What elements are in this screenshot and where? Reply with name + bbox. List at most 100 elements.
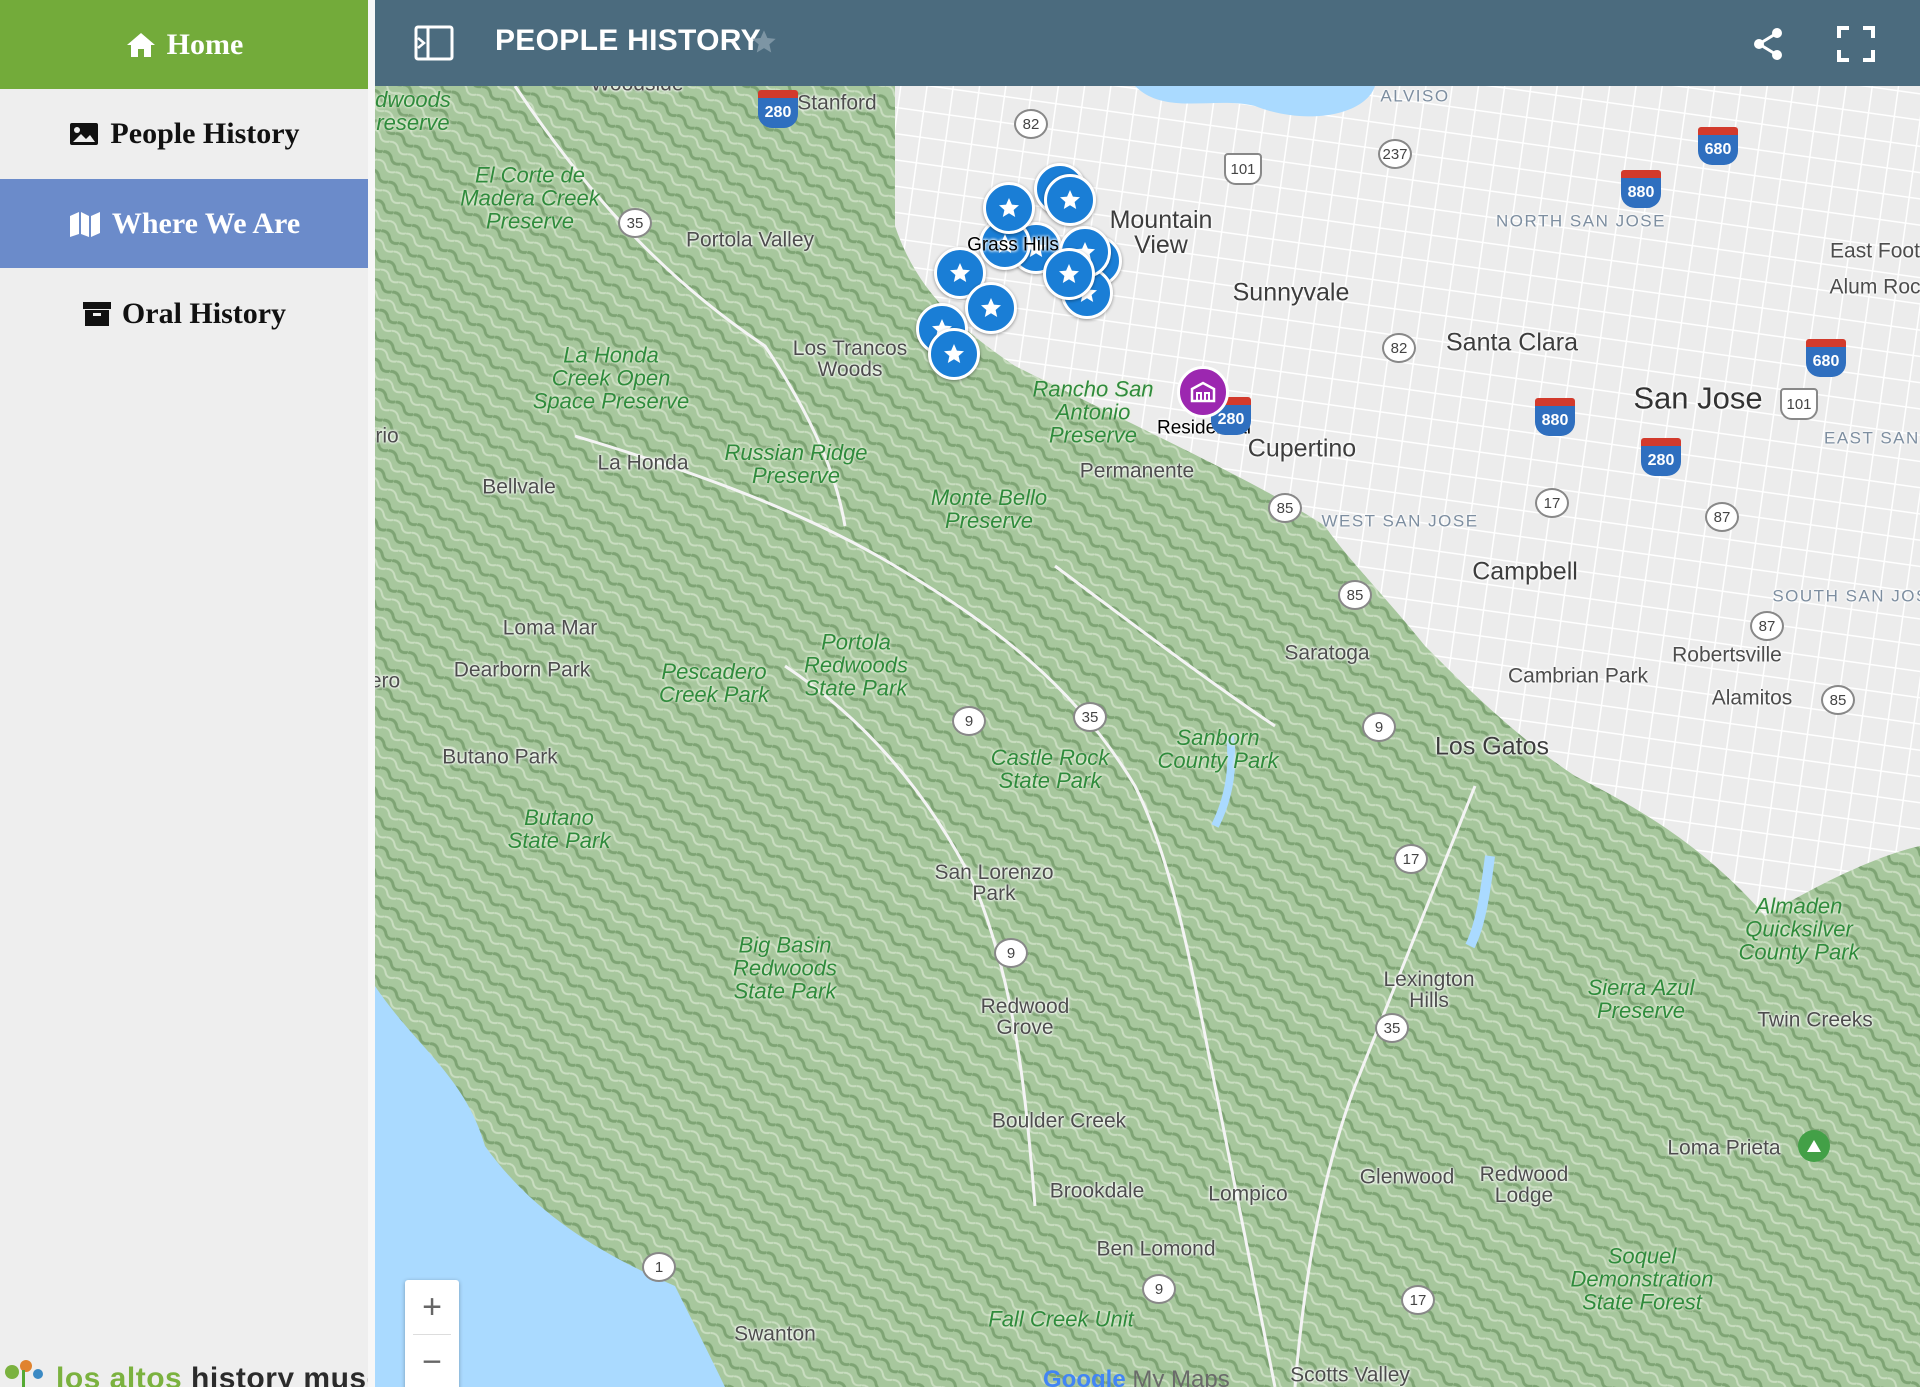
highway-shield: 82 — [1382, 333, 1416, 363]
highway-shield: 9 — [994, 938, 1028, 968]
place-label: Soquel Demonstration State Forest — [1570, 1243, 1714, 1315]
place-label: Swanton — [734, 1322, 816, 1346]
place-label: SOUTH SAN JOSE — [1772, 586, 1920, 606]
map-marker-star[interactable] — [1043, 248, 1095, 300]
map-canvas[interactable]: Woodside Stanford ALVISO dwoods reserve … — [375, 86, 1920, 1387]
highway-shield: 9 — [1142, 1274, 1176, 1304]
sidebar-item-home[interactable]: Home — [0, 0, 368, 89]
sidebar-item-label: Oral History — [121, 296, 287, 330]
place-label: rio — [375, 424, 399, 448]
place-label: Redwood Grove — [980, 995, 1070, 1039]
highway-shield: 880 — [1535, 398, 1575, 436]
zoom-control: + − — [405, 1280, 459, 1387]
share-icon[interactable] — [1750, 26, 1786, 67]
place-label: Redwood Lodge — [1479, 1163, 1569, 1207]
place-label: Butano Park — [442, 745, 558, 769]
place-label: EAST SAN J — [1824, 428, 1920, 448]
highway-shield: 9 — [952, 706, 986, 736]
highway-shield: 680 — [1806, 339, 1846, 377]
place-label: Sunnyvale — [1232, 278, 1350, 307]
highway-shield: 35 — [1073, 702, 1107, 732]
map-title: PEOPLE HISTORY — [495, 24, 761, 57]
image-icon — [70, 122, 99, 145]
place-label: Portola Redwoods State Park — [804, 629, 908, 701]
place-label: Ben Lomond — [1096, 1237, 1216, 1261]
map-marker-star[interactable] — [965, 282, 1017, 334]
sidebar-toggle-icon[interactable] — [413, 24, 455, 67]
map-marker-star[interactable] — [928, 328, 980, 380]
map-marker-star[interactable] — [983, 182, 1035, 234]
star-icon — [999, 198, 1019, 217]
zoom-out-button[interactable]: − — [405, 1335, 459, 1387]
highway-shield: 680 — [1698, 127, 1738, 165]
sidebar: Home People History Where We Are Oral Hi… — [0, 0, 368, 1387]
place-label: Woodside — [590, 86, 683, 95]
highway-shield: 85 — [1821, 685, 1855, 715]
place-label: Mountain View — [1109, 206, 1213, 259]
place-label: Monte Bello Preserve — [930, 484, 1048, 533]
map-marker-residential[interactable] — [1177, 366, 1229, 418]
highway-shield: 87 — [1705, 502, 1739, 532]
place-label: Loma Prieta — [1667, 1136, 1781, 1160]
place-label: Butano State Park — [507, 804, 611, 853]
map-marker-star[interactable] — [1044, 174, 1096, 226]
my-maps-label: My Maps — [1125, 1366, 1230, 1387]
sidebar-item-oral-history[interactable]: Oral History — [0, 269, 368, 358]
sidebar-item-label: People History — [110, 116, 300, 150]
mountain-poi-icon[interactable] — [1798, 1130, 1830, 1162]
place-label: Loma Mar — [502, 616, 598, 640]
highway-shield: 17 — [1401, 1285, 1435, 1315]
highway-shield: 87 — [1750, 611, 1784, 641]
zoom-in-button[interactable]: + — [405, 1280, 459, 1334]
place-label: Big Basin Redwoods State Park — [733, 932, 837, 1004]
place-label: Scotts Valley — [1290, 1363, 1410, 1387]
place-label: Castle Rock State Park — [990, 744, 1110, 793]
place-label: Portola Valley — [685, 228, 815, 252]
fullscreen-icon[interactable] — [1837, 26, 1875, 67]
logo-text-part: history museum — [191, 1362, 368, 1387]
sidebar-item-label: Home — [166, 27, 244, 61]
map-header-bar: PEOPLE HISTORY — [375, 0, 1920, 86]
terrain-basemap — [375, 86, 1920, 1387]
star-icon — [981, 298, 1001, 317]
archive-icon — [82, 301, 111, 326]
place-label: San Lorenzo Park — [934, 861, 1054, 905]
place-label: Robertsville — [1672, 643, 1782, 667]
place-label: Fall Creek Unit — [988, 1306, 1134, 1332]
highway-shield: 9 — [1362, 712, 1396, 742]
star-icon — [944, 344, 964, 363]
star-icon[interactable] — [750, 28, 778, 61]
place-label: Cambrian Park — [1507, 664, 1649, 688]
logo-text-part: los altos — [56, 1362, 183, 1387]
place-label: Lompico — [1208, 1182, 1288, 1206]
place-label: Cupertino — [1247, 434, 1357, 463]
sidebar-item-people-history[interactable]: People History — [0, 89, 368, 178]
highway-shield: 880 — [1621, 170, 1661, 208]
map-icon — [69, 211, 100, 237]
highway-shield: 82 — [1014, 109, 1048, 139]
logo-tree-icon — [5, 1360, 43, 1387]
place-label: Rancho San Antonio Preserve — [1032, 376, 1154, 448]
sidebar-item-where-we-are[interactable]: Where We Are — [0, 179, 368, 268]
place-label: Campbell — [1472, 557, 1578, 586]
place-label: dwoods reserve — [375, 86, 451, 135]
place-label: Lexington Hills — [1383, 968, 1475, 1012]
place-label: Brookdale — [1049, 1179, 1145, 1203]
place-label: El Corte de Madera Creek Preserve — [460, 162, 600, 234]
highway-shield: 1 — [642, 1252, 676, 1282]
museum-logo: los altos history museum — [0, 1352, 368, 1387]
building-icon — [1190, 381, 1216, 403]
place-label: Bellvale — [482, 475, 556, 499]
place-label: ALVISO — [1380, 86, 1450, 106]
place-label: La Honda — [597, 451, 689, 475]
star-icon — [950, 263, 970, 282]
highway-shield: 35 — [1375, 1013, 1409, 1043]
map-attribution: Google My Maps — [1043, 1366, 1230, 1387]
sidebar-item-label: Where We Are — [111, 206, 301, 240]
google-logo: Google — [1043, 1366, 1126, 1387]
place-label: Alamitos — [1711, 686, 1793, 710]
place-label: Boulder Creek — [991, 1109, 1127, 1133]
place-label: NORTH SAN JOSE — [1496, 211, 1666, 231]
place-label: East Foot — [1830, 239, 1920, 263]
home-icon — [126, 32, 155, 57]
